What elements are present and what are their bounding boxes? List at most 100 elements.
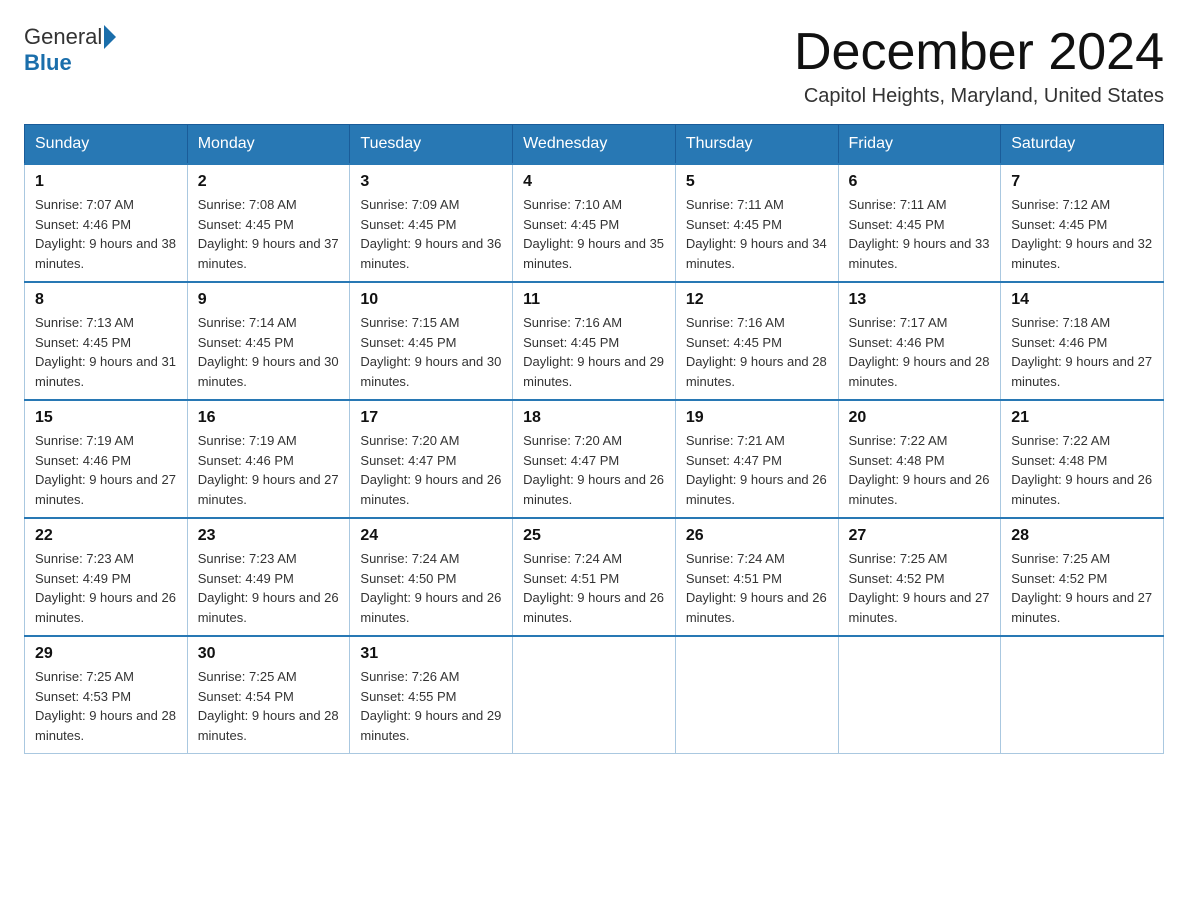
day-info: Sunrise: 7:25 AMSunset: 4:54 PMDaylight:…: [198, 667, 340, 745]
day-info: Sunrise: 7:24 AMSunset: 4:51 PMDaylight:…: [523, 549, 665, 627]
day-number: 2: [198, 173, 340, 191]
day-number: 23: [198, 527, 340, 545]
day-number: 12: [686, 291, 828, 309]
day-number: 19: [686, 409, 828, 427]
day-number: 6: [849, 173, 991, 191]
day-info: Sunrise: 7:18 AMSunset: 4:46 PMDaylight:…: [1011, 313, 1153, 391]
day-number: 4: [523, 173, 665, 191]
day-info: Sunrise: 7:23 AMSunset: 4:49 PMDaylight:…: [198, 549, 340, 627]
header-wednesday: Wednesday: [513, 125, 676, 165]
calendar-day: 22Sunrise: 7:23 AMSunset: 4:49 PMDayligh…: [25, 518, 188, 636]
calendar-day: 31 Sunrise: 7:26 AMSunset: 4:55 PMDayligh…: [350, 636, 513, 754]
day-info: Sunrise: 7:09 AMSunset: 4:45 PMDaylight:…: [360, 195, 502, 273]
calendar-day: 19 Sunrise: 7:21 AMSunset: 4:47 PMDayligh…: [675, 400, 838, 518]
day-info: Sunrise: 7:12 AMSunset: 4:45 PMDaylight:…: [1011, 195, 1153, 273]
day-number: 5: [686, 173, 828, 191]
calendar-day: 25 Sunrise: 7:24 AMSunset: 4:51 PMDayligh…: [513, 518, 676, 636]
calendar-day: 16 Sunrise: 7:19 AMSunset: 4:46 PMDayligh…: [187, 400, 350, 518]
day-info: Sunrise: 7:20 AMSunset: 4:47 PMDaylight:…: [360, 431, 502, 509]
header-friday: Friday: [838, 125, 1001, 165]
logo-blue-text: Blue: [24, 50, 72, 76]
day-number: 15: [35, 409, 177, 427]
day-info: Sunrise: 7:16 AMSunset: 4:45 PMDaylight:…: [686, 313, 828, 391]
calendar-week-2: 8 Sunrise: 7:13 AMSunset: 4:45 PMDaylight…: [25, 282, 1164, 400]
calendar-day: 26Sunrise: 7:24 AMSunset: 4:51 PMDayligh…: [675, 518, 838, 636]
day-number: 18: [523, 409, 665, 427]
calendar-table: SundayMondayTuesdayWednesdayThursdayFrid…: [24, 124, 1164, 754]
day-number: 28: [1011, 527, 1153, 545]
calendar-day: 18Sunrise: 7:20 AMSunset: 4:47 PMDayligh…: [513, 400, 676, 518]
day-number: 13: [849, 291, 991, 309]
header-monday: Monday: [187, 125, 350, 165]
day-number: 16: [198, 409, 340, 427]
day-info: Sunrise: 7:07 AMSunset: 4:46 PMDaylight:…: [35, 195, 177, 273]
calendar-day: 4 Sunrise: 7:10 AMSunset: 4:45 PMDaylight…: [513, 164, 676, 282]
calendar-day: 20Sunrise: 7:22 AMSunset: 4:48 PMDayligh…: [838, 400, 1001, 518]
logo-triangle-icon: [104, 25, 116, 49]
day-number: 1: [35, 173, 177, 191]
day-info: Sunrise: 7:21 AMSunset: 4:47 PMDaylight:…: [686, 431, 828, 509]
calendar-day: [513, 636, 676, 754]
header-tuesday: Tuesday: [350, 125, 513, 165]
calendar-day: 28 Sunrise: 7:25 AMSunset: 4:52 PMDayligh…: [1001, 518, 1164, 636]
calendar-week-3: 15 Sunrise: 7:19 AMSunset: 4:46 PMDayligh…: [25, 400, 1164, 518]
day-info: Sunrise: 7:17 AMSunset: 4:46 PMDaylight:…: [849, 313, 991, 391]
header-thursday: Thursday: [675, 125, 838, 165]
calendar-day: [1001, 636, 1164, 754]
calendar-day: 6Sunrise: 7:11 AMSunset: 4:45 PMDaylight…: [838, 164, 1001, 282]
logo-general-text: General: [24, 24, 102, 50]
day-number: 14: [1011, 291, 1153, 309]
calendar-day: 15 Sunrise: 7:19 AMSunset: 4:46 PMDayligh…: [25, 400, 188, 518]
day-number: 10: [360, 291, 502, 309]
day-number: 3: [360, 173, 502, 191]
day-number: 21: [1011, 409, 1153, 427]
calendar-day: 5 Sunrise: 7:11 AMSunset: 4:45 PMDaylight…: [675, 164, 838, 282]
calendar-day: 1 Sunrise: 7:07 AMSunset: 4:46 PMDaylight…: [25, 164, 188, 282]
day-number: 31: [360, 645, 502, 663]
day-info: Sunrise: 7:11 AMSunset: 4:45 PMDaylight:…: [686, 195, 828, 273]
day-number: 25: [523, 527, 665, 545]
calendar-day: 3 Sunrise: 7:09 AMSunset: 4:45 PMDaylight…: [350, 164, 513, 282]
title-area: December 2024 Capitol Heights, Maryland,…: [794, 24, 1164, 108]
logo: General Blue: [24, 24, 118, 76]
calendar-day: 8 Sunrise: 7:13 AMSunset: 4:45 PMDaylight…: [25, 282, 188, 400]
day-number: 29: [35, 645, 177, 663]
day-info: Sunrise: 7:19 AMSunset: 4:46 PMDaylight:…: [35, 431, 177, 509]
calendar-day: [838, 636, 1001, 754]
day-info: Sunrise: 7:25 AMSunset: 4:53 PMDaylight:…: [35, 667, 177, 745]
day-info: Sunrise: 7:19 AMSunset: 4:46 PMDaylight:…: [198, 431, 340, 509]
page-header: General Blue December 2024 Capitol Heigh…: [24, 24, 1164, 108]
day-info: Sunrise: 7:08 AMSunset: 4:45 PMDaylight:…: [198, 195, 340, 273]
day-number: 30: [198, 645, 340, 663]
calendar-header: SundayMondayTuesdayWednesdayThursdayFrid…: [25, 125, 1164, 165]
day-info: Sunrise: 7:26 AMSunset: 4:55 PMDaylight:…: [360, 667, 502, 745]
calendar-day: 24Sunrise: 7:24 AMSunset: 4:50 PMDayligh…: [350, 518, 513, 636]
calendar-day: 9Sunrise: 7:14 AMSunset: 4:45 PMDaylight…: [187, 282, 350, 400]
day-number: 7: [1011, 173, 1153, 191]
calendar-week-5: 29 Sunrise: 7:25 AMSunset: 4:53 PMDayligh…: [25, 636, 1164, 754]
calendar-week-4: 22Sunrise: 7:23 AMSunset: 4:49 PMDayligh…: [25, 518, 1164, 636]
calendar-day: 21Sunrise: 7:22 AMSunset: 4:48 PMDayligh…: [1001, 400, 1164, 518]
calendar-day: 2 Sunrise: 7:08 AMSunset: 4:45 PMDaylight…: [187, 164, 350, 282]
day-number: 27: [849, 527, 991, 545]
day-info: Sunrise: 7:13 AMSunset: 4:45 PMDaylight:…: [35, 313, 177, 391]
day-info: Sunrise: 7:24 AMSunset: 4:51 PMDaylight:…: [686, 549, 828, 627]
day-info: Sunrise: 7:15 AMSunset: 4:45 PMDaylight:…: [360, 313, 502, 391]
calendar-day: 14 Sunrise: 7:18 AMSunset: 4:46 PMDayligh…: [1001, 282, 1164, 400]
header-sunday: Sunday: [25, 125, 188, 165]
calendar-day: 29 Sunrise: 7:25 AMSunset: 4:53 PMDayligh…: [25, 636, 188, 754]
day-info: Sunrise: 7:16 AMSunset: 4:45 PMDaylight:…: [523, 313, 665, 391]
calendar-day: 7 Sunrise: 7:12 AMSunset: 4:45 PMDaylight…: [1001, 164, 1164, 282]
header-row: SundayMondayTuesdayWednesdayThursdayFrid…: [25, 125, 1164, 165]
calendar-body: 1 Sunrise: 7:07 AMSunset: 4:46 PMDaylight…: [25, 164, 1164, 754]
day-number: 8: [35, 291, 177, 309]
day-info: Sunrise: 7:10 AMSunset: 4:45 PMDaylight:…: [523, 195, 665, 273]
calendar-day: 23 Sunrise: 7:23 AMSunset: 4:49 PMDayligh…: [187, 518, 350, 636]
calendar-day: 27Sunrise: 7:25 AMSunset: 4:52 PMDayligh…: [838, 518, 1001, 636]
calendar-day: 10 Sunrise: 7:15 AMSunset: 4:45 PMDayligh…: [350, 282, 513, 400]
day-info: Sunrise: 7:25 AMSunset: 4:52 PMDaylight:…: [1011, 549, 1153, 627]
header-saturday: Saturday: [1001, 125, 1164, 165]
location-subtitle: Capitol Heights, Maryland, United States: [794, 85, 1164, 108]
day-number: 17: [360, 409, 502, 427]
calendar-day: 17 Sunrise: 7:20 AMSunset: 4:47 PMDayligh…: [350, 400, 513, 518]
